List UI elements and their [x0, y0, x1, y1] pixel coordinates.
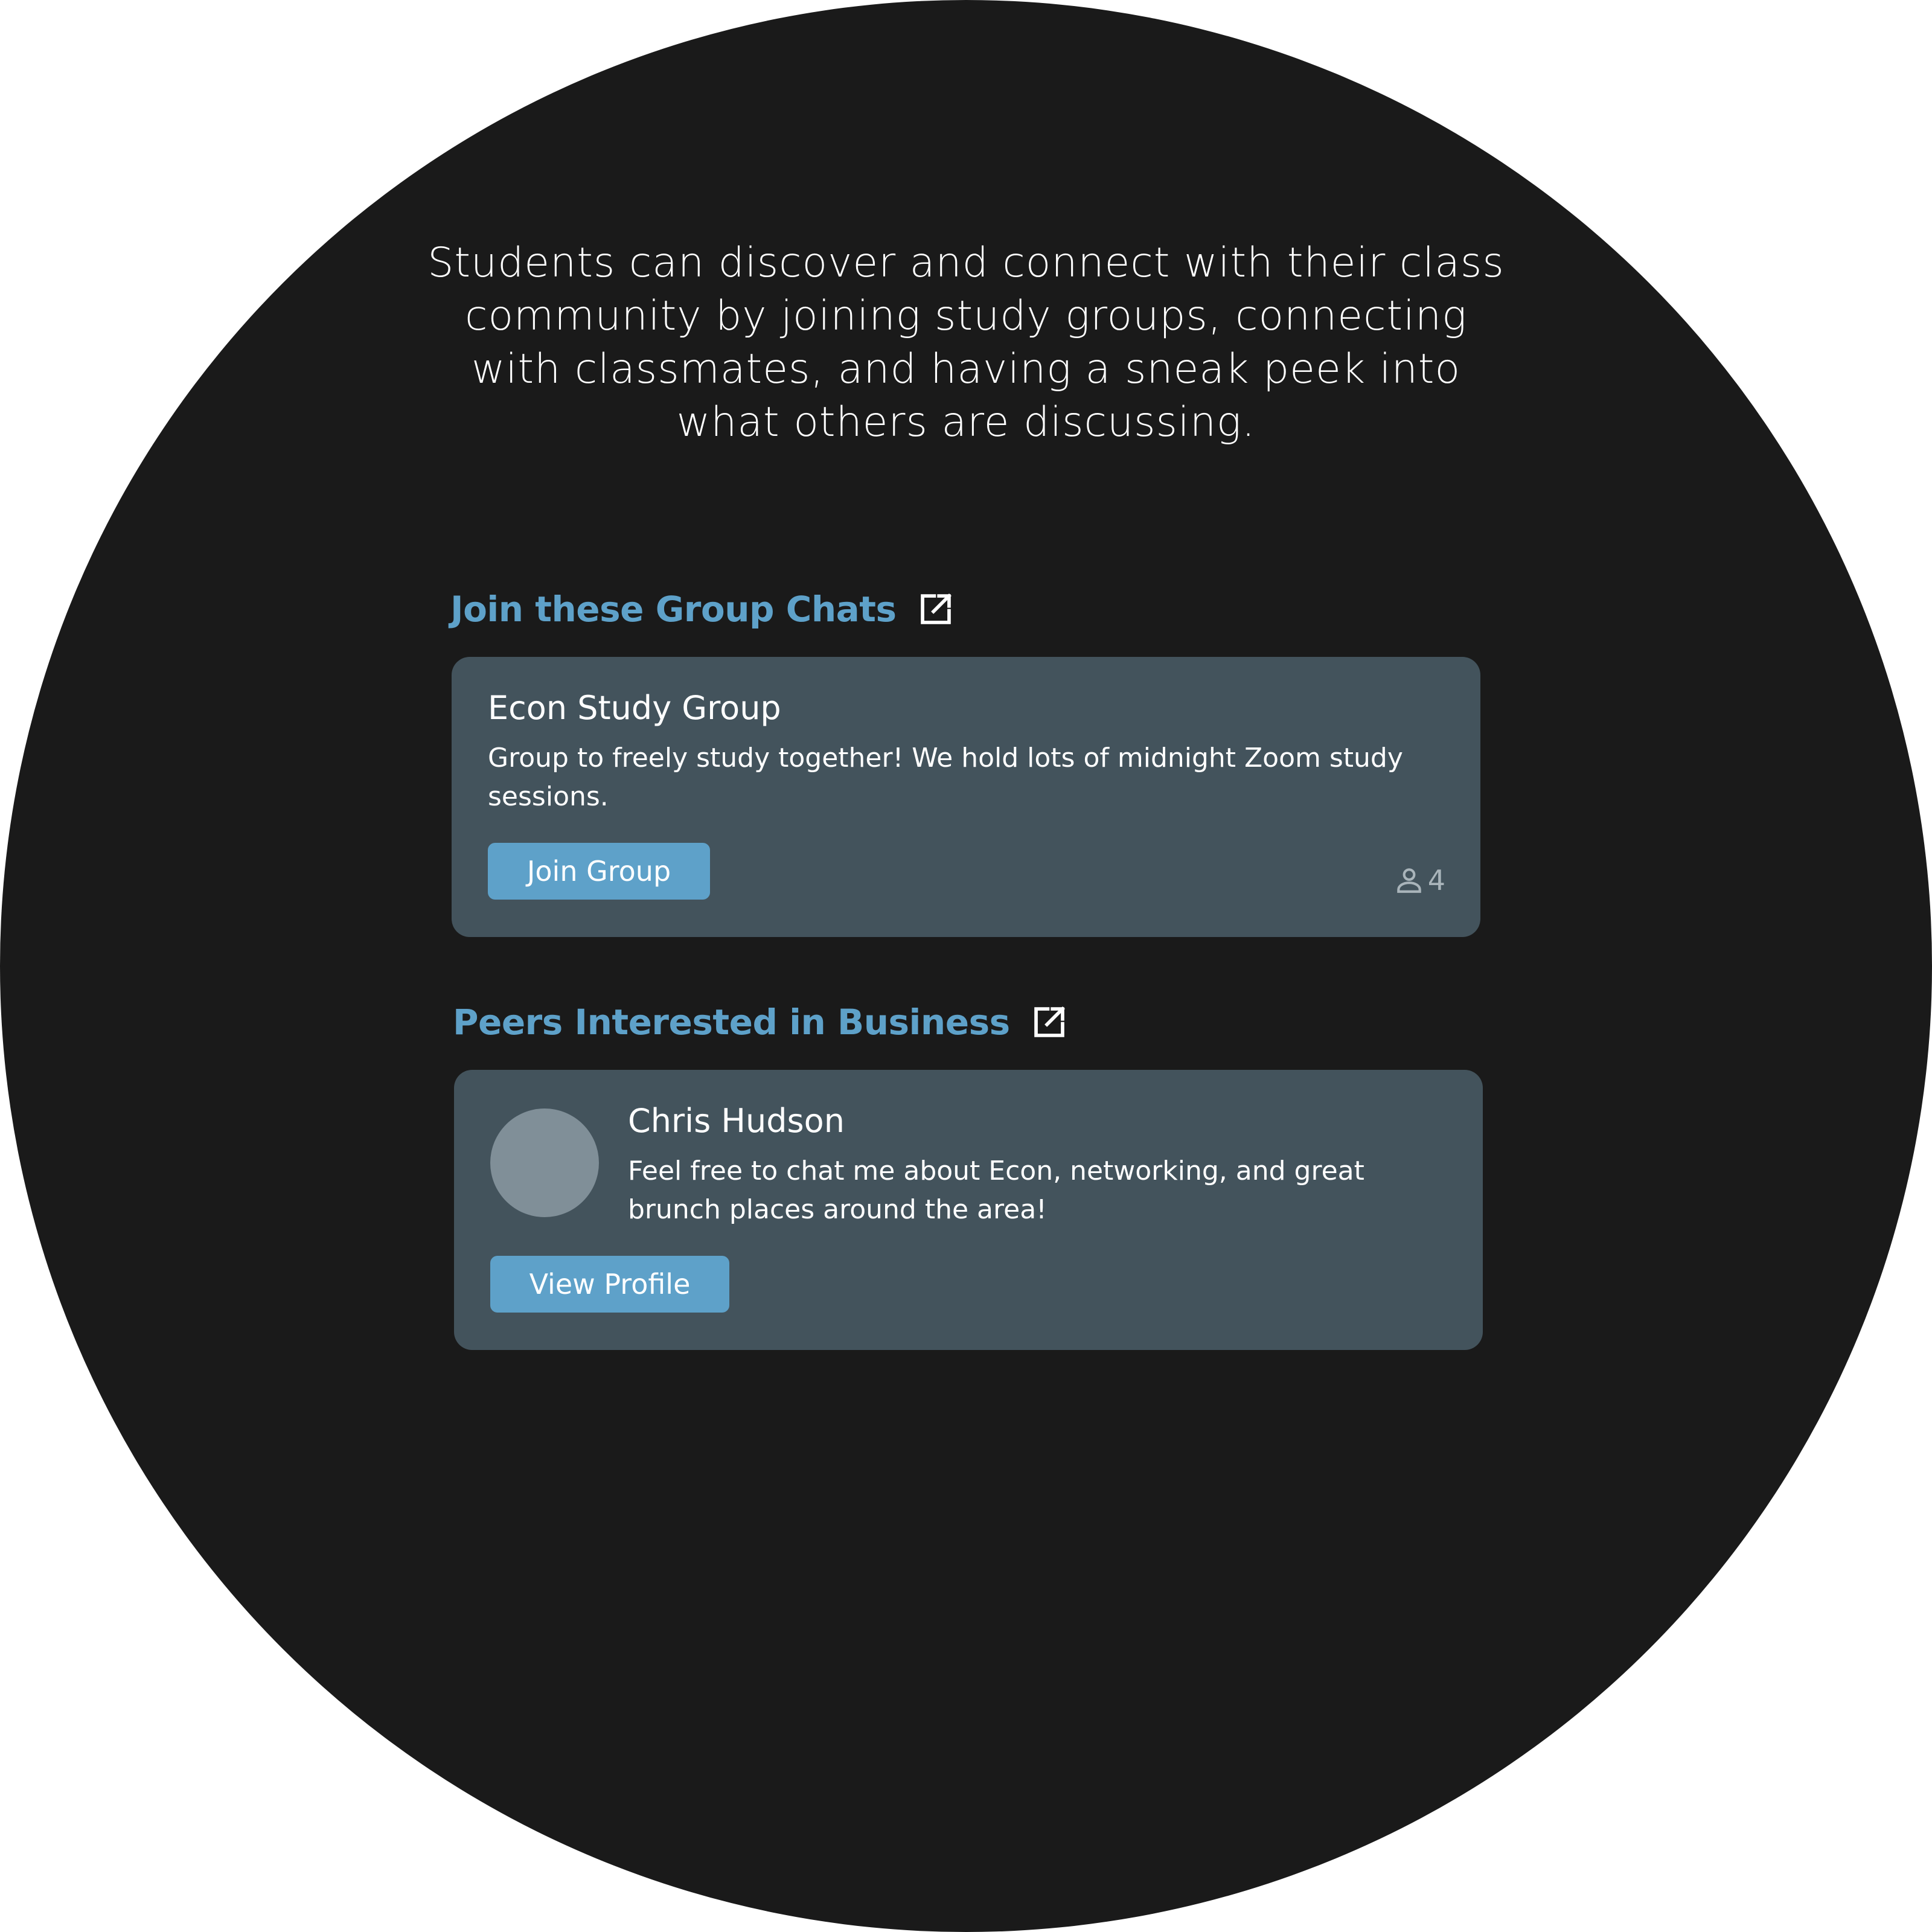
peer-card: Chris Hudson Feel free to chat me about …	[454, 1070, 1483, 1350]
circular-frame: Students can discover and connect with t…	[0, 0, 1932, 1932]
group-chats-heading-label: Join these Group Chats	[450, 589, 897, 630]
avatar[interactable]	[490, 1108, 599, 1217]
external-link-icon[interactable]	[917, 590, 955, 628]
group-title: Econ Study Group	[488, 689, 781, 727]
peers-heading[interactable]: Peers Interested in Business	[453, 997, 1068, 1047]
peers-heading-label: Peers Interested in Business	[453, 1002, 1010, 1043]
group-card: Econ Study Group Group to freely study t…	[452, 657, 1480, 937]
intro-text: Students can discover and connect with t…	[427, 239, 1505, 446]
group-description: Group to freely study together! We hold …	[488, 743, 1403, 812]
external-link-icon[interactable]	[1031, 1003, 1068, 1041]
peer-name: Chris Hudson	[628, 1102, 845, 1140]
join-group-button[interactable]: Join Group	[488, 843, 710, 900]
view-profile-button[interactable]: View Profile	[490, 1256, 729, 1313]
person-icon	[1396, 868, 1421, 893]
member-count: 4	[1394, 862, 1445, 898]
group-chats-heading[interactable]: Join these Group Chats	[450, 584, 955, 634]
peer-description: Feel free to chat me about Econ, network…	[628, 1156, 1364, 1225]
member-count-value: 4	[1427, 864, 1445, 897]
